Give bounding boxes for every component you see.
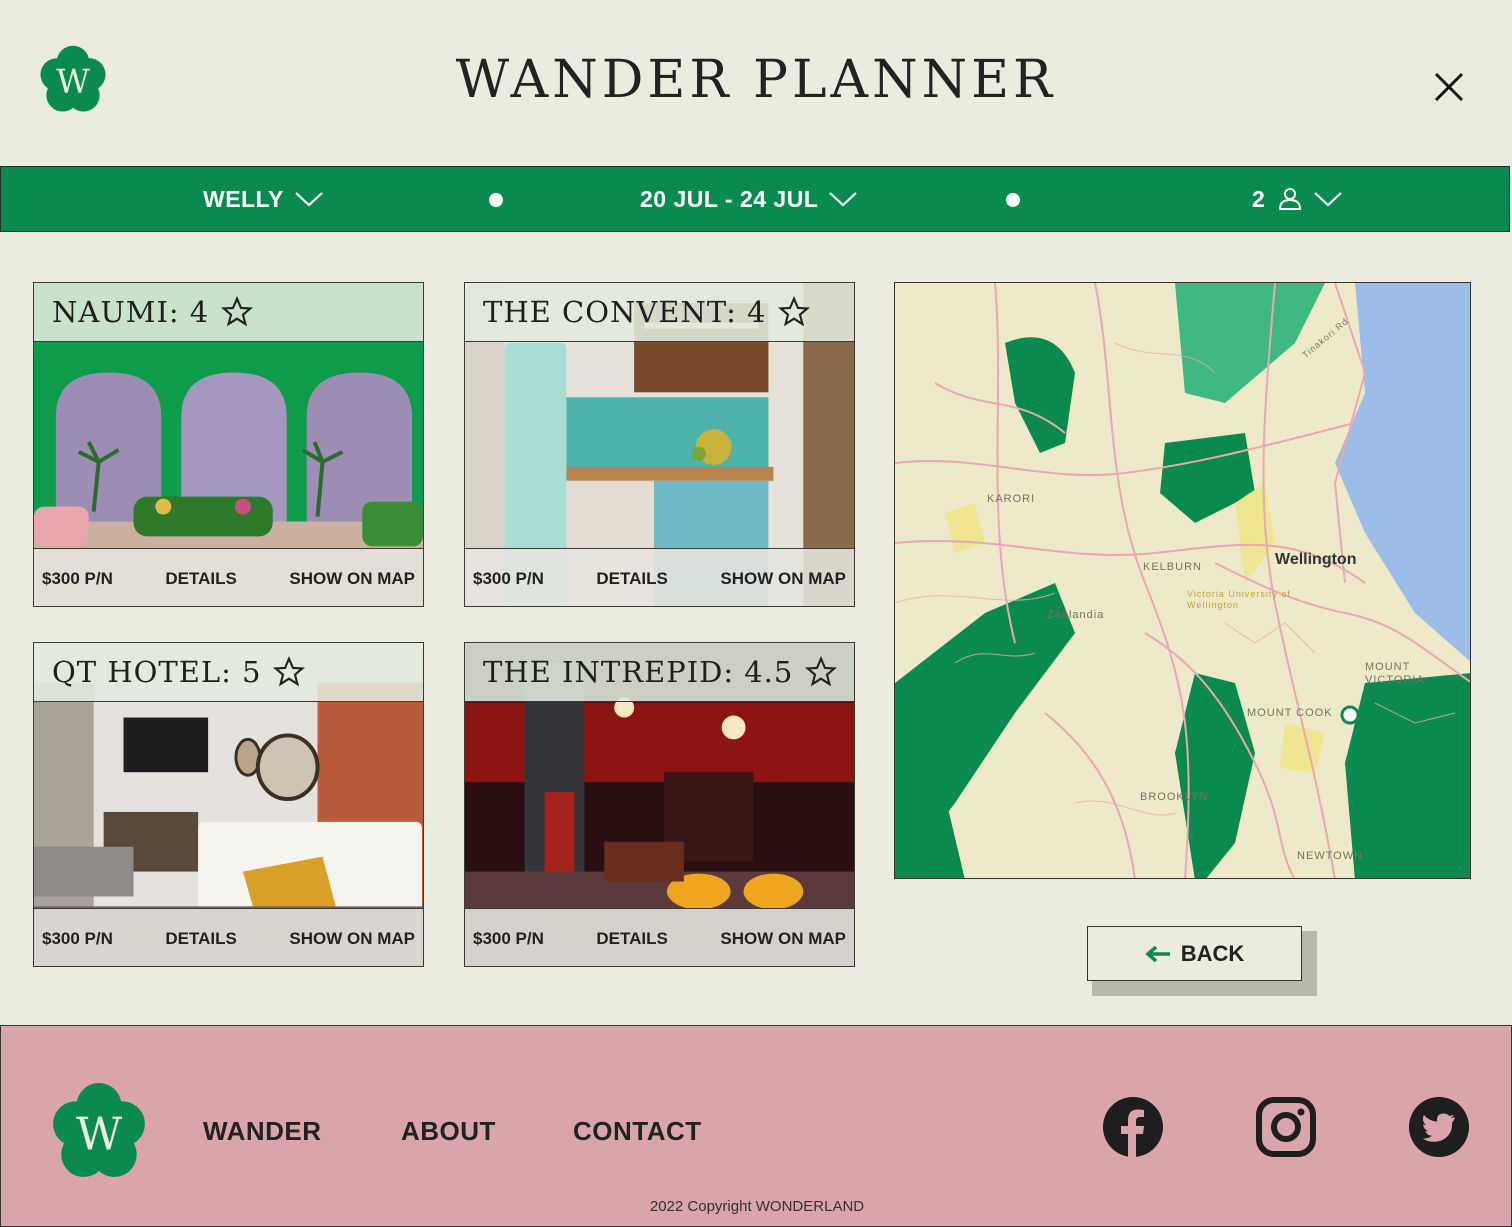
copyright: 2022 Copyright WONDERLAND (649, 1198, 865, 1215)
star-icon[interactable] (273, 656, 306, 688)
footer-link-wander[interactable]: WANDER (203, 1116, 322, 1147)
instagram-icon[interactable] (1255, 1096, 1317, 1158)
twitter-icon[interactable] (1408, 1096, 1470, 1158)
show-on-map-link[interactable]: SHOW ON MAP (289, 929, 415, 949)
hotel-name: THE CONVENT: (483, 295, 737, 329)
dates-value: 20 JUL - 24 JUL (640, 185, 819, 212)
logo-letter: W (76, 1107, 122, 1160)
map-label-newtown: NEWTOWN (1297, 850, 1364, 862)
hotel-rating: 4 (189, 295, 210, 329)
details-link[interactable]: DETAILS (165, 569, 236, 589)
show-on-map-link[interactable]: SHOW ON MAP (720, 569, 846, 589)
facebook-icon[interactable] (1102, 1096, 1164, 1158)
hotel-price: $300 P/N (473, 568, 544, 588)
hotel-rating: 4.5 (744, 655, 794, 689)
hotel-name: THE INTREPID: (483, 655, 735, 689)
details-link[interactable]: DETAILS (596, 569, 667, 589)
hotel-card-footer: $300 P/N DETAILS SHOW ON MAP (465, 548, 854, 606)
chevron-down-icon (829, 192, 858, 207)
arrow-left-icon (1145, 945, 1170, 962)
map-graphic (895, 283, 1470, 878)
separator-dot (1006, 193, 1020, 207)
hotel-card-footer: $300 P/N DETAILS SHOW ON MAP (34, 908, 423, 966)
hotel-card-qt-hotel[interactable]: QT HOTEL: 5 $300 P/N DETAILS SHOW ON MAP (33, 642, 424, 967)
location-value: WELLY (203, 185, 284, 212)
hotel-card-footer: $300 P/N DETAILS SHOW ON MAP (34, 548, 423, 606)
guests-value: 2 (1252, 185, 1266, 212)
hotel-name-bar: QT HOTEL: 5 (34, 643, 423, 702)
hotel-price: $300 P/N (473, 928, 544, 948)
header: W WANDER PLANNER (0, 0, 1512, 166)
map-pin-icon (1340, 705, 1360, 725)
star-icon[interactable] (221, 296, 254, 328)
map-city-label: Wellington (1275, 551, 1357, 568)
map-view[interactable]: KARORI KELBURN BROOKLYN NEWTOWN MOUNT CO… (894, 282, 1471, 879)
hotel-name: NAUMI: (52, 295, 180, 329)
footer: W WANDER ABOUT CONTACT 2022 Copyright WO… (0, 1025, 1512, 1227)
search-bar: WELLY 20 JUL - 24 JUL 2 (0, 166, 1510, 232)
hotel-name: QT HOTEL: (52, 655, 232, 689)
close-icon[interactable] (1430, 68, 1468, 106)
footer-link-about[interactable]: ABOUT (401, 1116, 496, 1147)
chevron-down-icon (1314, 192, 1343, 207)
map-label-brooklyn: BROOKLYN (1140, 791, 1209, 803)
date-select[interactable]: 20 JUL - 24 JUL (640, 167, 858, 231)
map-label-mount-victoria: MOUNT VICTORIA (1365, 661, 1425, 686)
hotel-price: $300 P/N (42, 928, 113, 948)
star-icon[interactable] (805, 656, 838, 688)
separator-dot (489, 193, 503, 207)
map-label-karori: KARORI (987, 493, 1036, 505)
person-icon (1279, 188, 1302, 210)
chevron-down-icon (295, 192, 323, 207)
back-button-label: BACK (1180, 940, 1245, 966)
show-on-map-link[interactable]: SHOW ON MAP (289, 569, 415, 589)
hotel-name-bar: THE CONVENT: 4 (465, 283, 854, 342)
map-label-zealandia: Zealandia (1047, 609, 1105, 621)
footer-link-contact[interactable]: CONTACT (573, 1116, 702, 1147)
hotel-name-bar: NAUMI: 4 (34, 283, 423, 342)
star-icon[interactable] (778, 296, 811, 328)
hotel-card-the-convent[interactable]: THE CONVENT: 4 $300 P/N DETAILS SHOW ON … (464, 282, 855, 607)
show-on-map-link[interactable]: SHOW ON MAP (720, 929, 846, 949)
map-label-mount-cook: MOUNT COOK (1247, 707, 1333, 719)
hotel-card-footer: $300 P/N DETAILS SHOW ON MAP (465, 908, 854, 966)
back-button[interactable]: BACK (1087, 926, 1302, 981)
map-label-kelburn: KELBURN (1143, 561, 1202, 573)
hotel-card-the-intrepid[interactable]: THE INTREPID: 4.5 $300 P/N DETAILS SHOW … (464, 642, 855, 967)
hotel-price: $300 P/N (42, 568, 113, 588)
hotel-name-bar: THE INTREPID: 4.5 (465, 643, 854, 702)
hotel-rating: 5 (241, 655, 262, 689)
page-title: WANDER PLANNER (455, 50, 1057, 110)
map-label-university: Victoria University of Wellington (1187, 589, 1291, 610)
details-link[interactable]: DETAILS (165, 929, 236, 949)
details-link[interactable]: DETAILS (596, 929, 667, 949)
logo-flower-icon[interactable]: W (47, 1080, 151, 1182)
guests-select[interactable]: 2 (1252, 167, 1343, 231)
location-select[interactable]: WELLY (203, 167, 324, 231)
hotel-card-naumi[interactable]: NAUMI: 4 $300 P/N DETAILS SHOW ON MAP (33, 282, 424, 607)
hotel-rating: 4 (746, 295, 767, 329)
